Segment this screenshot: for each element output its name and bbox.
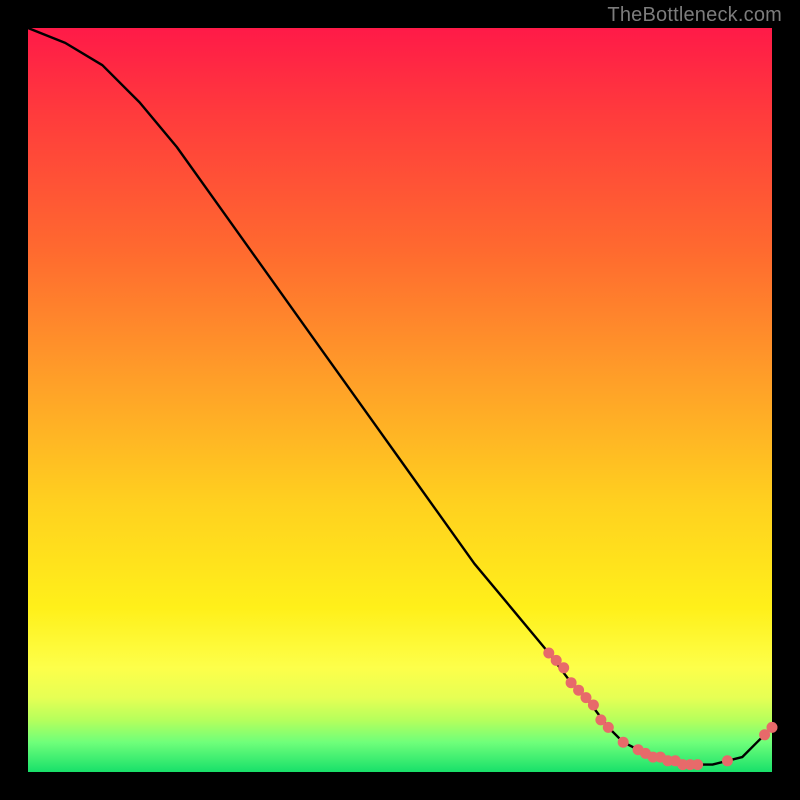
data-point <box>558 662 569 673</box>
data-point <box>722 755 733 766</box>
watermark-text: TheBottleneck.com <box>607 4 782 27</box>
chart-frame: TheBottleneck.com <box>0 0 800 800</box>
bottleneck-curve <box>28 28 772 765</box>
data-point <box>618 737 629 748</box>
plot-area <box>28 28 772 772</box>
curve-layer <box>28 28 772 772</box>
marker-layer <box>543 648 777 771</box>
data-point <box>603 722 614 733</box>
data-point <box>767 722 778 733</box>
data-point <box>692 759 703 770</box>
data-point <box>588 700 599 711</box>
